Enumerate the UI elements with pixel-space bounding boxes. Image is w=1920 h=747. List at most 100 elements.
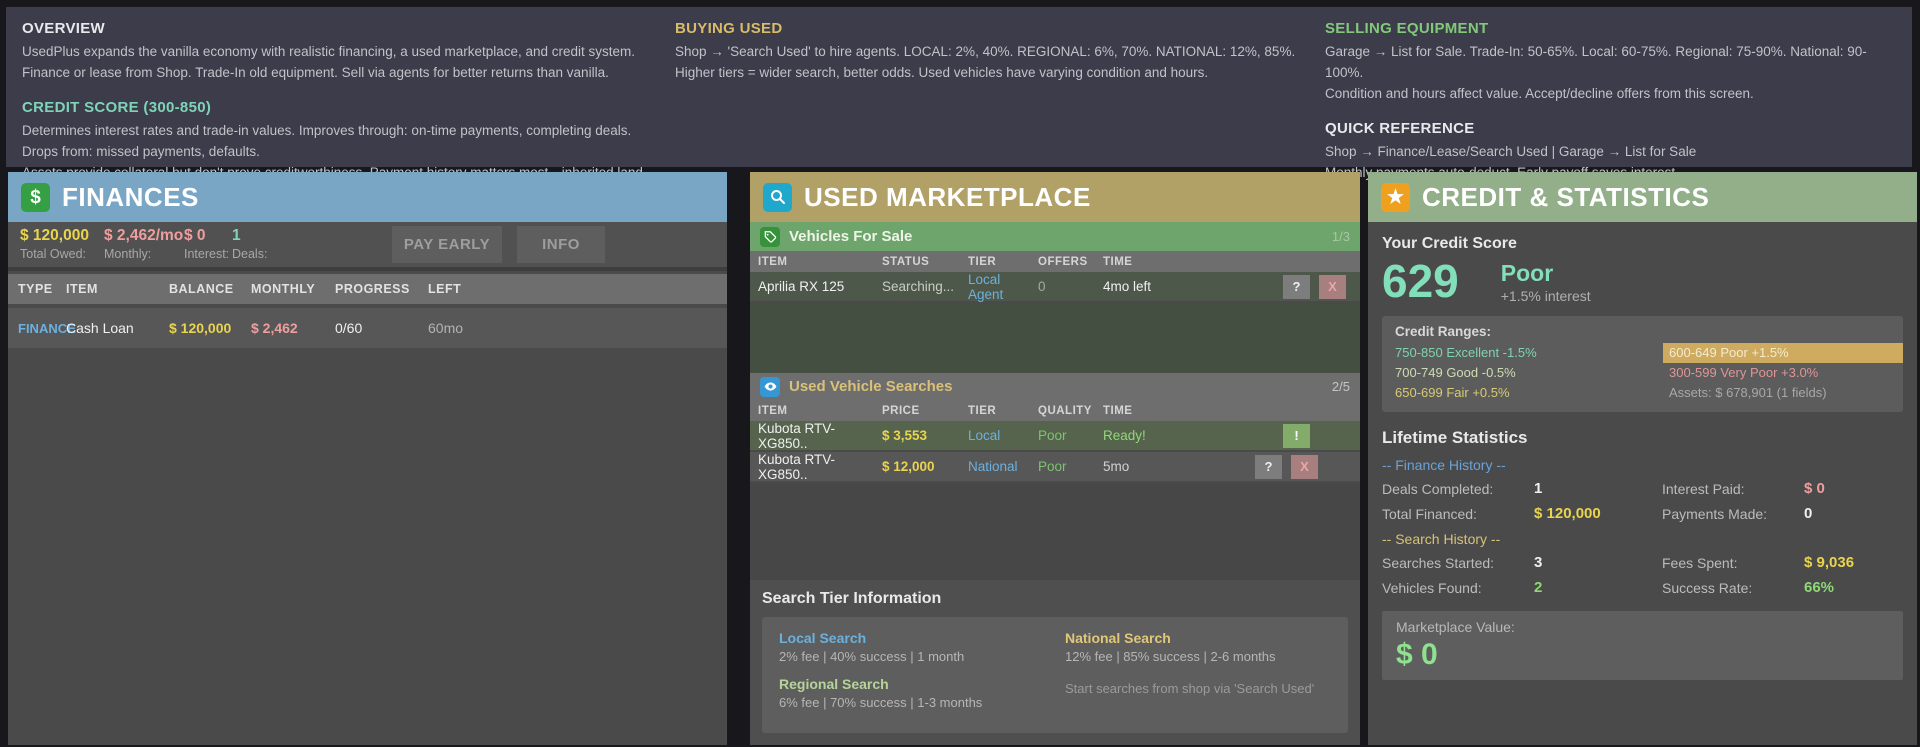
loan-balance: $ 120,000 (169, 320, 251, 336)
info-button[interactable]: INFO (517, 226, 605, 263)
used-marketplace-panel: USED MARKETPLACE Vehicles For Sale 1/3 I… (750, 172, 1360, 745)
search-price: $ 3,553 (882, 428, 968, 443)
col-progress: PROGRESS (335, 282, 428, 296)
search-item: Kubota RTV-XG850.. (758, 421, 882, 451)
deals-label: Deals: (232, 246, 292, 262)
overview-title: OVERVIEW (22, 20, 662, 37)
credit-ranges-heading: Credit Ranges: (1395, 324, 1903, 339)
col-left: LEFT (428, 282, 727, 296)
listing-help-button[interactable]: ? (1283, 275, 1310, 299)
search-cancel-button[interactable]: X (1291, 455, 1318, 479)
tag-icon (760, 227, 780, 247)
finance-table-row[interactable]: FINANCE Cash Loan $ 120,000 $ 2,462 0/60… (8, 308, 727, 348)
dollar-icon: $ (21, 183, 50, 212)
search-time: 5mo (1103, 459, 1255, 474)
col-balance: BALANCE (169, 282, 251, 296)
buying-used-section: BUYING USED Shop → 'Search Used' to hire… (675, 20, 1315, 84)
vehicles-found-value: 2 (1534, 579, 1662, 596)
listing-cancel-button[interactable]: X (1319, 275, 1346, 299)
deals-completed-label: Deals Completed: (1382, 481, 1534, 497)
vehicles-empty-area (750, 303, 1360, 373)
search-icon (763, 183, 792, 212)
pay-early-button[interactable]: PAY EARLY (392, 226, 502, 263)
search-price: $ 12,000 (882, 459, 968, 474)
credit-interest-modifier: +1.5% interest (1501, 288, 1591, 304)
finances-empty-area (8, 348, 727, 745)
total-financed-value: $ 120,000 (1534, 505, 1662, 522)
search-help-button[interactable]: ? (1255, 455, 1282, 479)
col-type: TYPE (18, 282, 66, 296)
help-info-bar: OVERVIEW UsedPlus expands the vanilla ec… (6, 7, 1912, 167)
marketplace-value-amount: $ 0 (1396, 638, 1889, 671)
deals-stat: 1 Deals: (232, 227, 292, 262)
regional-search-details: 6% fee | 70% success | 1-3 months (779, 695, 1045, 710)
total-owed-stat: $ 120,000 Total Owed: (20, 227, 104, 262)
listing-time: 4mo left (1103, 279, 1283, 294)
eye-icon (760, 377, 780, 397)
range-very-poor: 300-599 Very Poor +3.0% (1663, 363, 1903, 383)
col-tier: TIER (968, 405, 1038, 417)
search-quality: Poor (1038, 428, 1103, 443)
vehicles-found-label: Vehicles Found: (1382, 580, 1534, 596)
monthly-label: Monthly: (104, 246, 184, 262)
local-search-name: Local Search (779, 630, 1045, 646)
buying-used-line-2: Higher tiers = wider search, better odds… (675, 63, 1315, 84)
score-row: 629 Poor +1.5% interest (1382, 255, 1903, 308)
overview-line-2: Finance or lease from Shop. Trade-In old… (22, 63, 662, 84)
range-excellent: 750-850 Excellent -1.5% (1395, 343, 1663, 363)
marketplace-value-label: Marketplace Value: (1396, 619, 1889, 635)
credit-statistics-panel: ★ CREDIT & STATISTICS Your Credit Score … (1368, 172, 1917, 745)
credit-ranges-left: 750-850 Excellent -1.5% 700-749 Good -0.… (1395, 343, 1663, 403)
interest-stat: $ 0 Interest: (184, 227, 232, 262)
payments-made-label: Payments Made: (1662, 506, 1804, 522)
payments-made-value: 0 (1804, 505, 1903, 522)
finances-header: $ FINANCES (8, 172, 727, 222)
regional-search-name: Regional Search (779, 676, 1045, 692)
loan-left: 60mo (428, 320, 727, 336)
search-result-row-ready[interactable]: Kubota RTV-XG850.. $ 3,553 Local Poor Re… (750, 421, 1360, 450)
deals-value: 1 (232, 227, 292, 246)
used-vehicle-searches-bar: Used Vehicle Searches 2/5 (750, 373, 1360, 400)
overview-line-1: UsedPlus expands the vanilla economy wit… (22, 42, 662, 63)
col-time: TIME (1103, 256, 1360, 268)
used-vehicle-searches-title: Used Vehicle Searches (789, 378, 952, 395)
credit-ranges-right: 600-649 Poor +1.5% 300-599 Very Poor +3.… (1663, 343, 1903, 403)
local-search-details: 2% fee | 40% success | 1 month (779, 649, 1045, 664)
marketplace-value-box: Marketplace Value: $ 0 (1382, 611, 1903, 680)
score-rating-block: Poor +1.5% interest (1501, 255, 1591, 304)
search-history-stats: Searches Started: 3 Fees Spent: $ 9,036 … (1382, 554, 1903, 596)
col-price: PRICE (882, 405, 968, 417)
search-tier-note: Start searches from shop via 'Search Use… (1065, 681, 1331, 696)
marketplace-header: USED MARKETPLACE (750, 172, 1360, 222)
searches-started-value: 3 (1534, 554, 1662, 571)
search-claim-button[interactable]: ! (1283, 424, 1310, 448)
search-item: Kubota RTV-XG850.. (758, 452, 882, 482)
range-fair: 650-699 Fair +0.5% (1395, 383, 1663, 403)
search-tier-info-title: Search Tier Information (762, 590, 1348, 608)
total-owed-label: Total Owed: (20, 246, 104, 262)
lifetime-statistics-heading: Lifetime Statistics (1382, 428, 1903, 448)
total-owed-value: $ 120,000 (20, 227, 104, 246)
vehicle-listing-row[interactable]: Aprilia RX 125 Searching... Local Agent … (750, 272, 1360, 301)
vehicles-for-sale-bar: Vehicles For Sale 1/3 (750, 222, 1360, 251)
success-rate-value: 66% (1804, 579, 1903, 596)
info-column-buying: BUYING USED Shop → 'Search Used' to hire… (675, 20, 1315, 99)
vehicles-for-sale-count: 1/3 (1332, 229, 1350, 244)
search-quality: Poor (1038, 459, 1103, 474)
listing-tier: Local Agent (968, 272, 1038, 302)
star-icon: ★ (1381, 183, 1410, 212)
credit-panel-title: CREDIT & STATISTICS (1422, 182, 1709, 213)
finances-panel: $ FINANCES $ 120,000 Total Owed: $ 2,462… (8, 172, 727, 745)
col-item: ITEM (66, 282, 169, 296)
vehicles-for-sale-title: Vehicles For Sale (789, 228, 912, 245)
vehicles-table-header: ITEM STATUS TIER OFFERS TIME (750, 251, 1360, 272)
range-good: 700-749 Good -0.5% (1395, 363, 1663, 383)
interest-paid-label: Interest Paid: (1662, 481, 1804, 497)
loan-type: FINANCE (18, 321, 66, 336)
col-time: TIME (1103, 405, 1360, 417)
search-result-row-pending[interactable]: Kubota RTV-XG850.. $ 12,000 National Poo… (750, 452, 1360, 481)
finance-history-label: -- Finance History -- (1382, 457, 1903, 473)
col-monthly: MONTHLY (251, 282, 335, 296)
usedplus-screen: OVERVIEW UsedPlus expands the vanilla ec… (0, 0, 1920, 747)
search-tier-info-section: Search Tier Information Local Search 2% … (750, 580, 1360, 745)
